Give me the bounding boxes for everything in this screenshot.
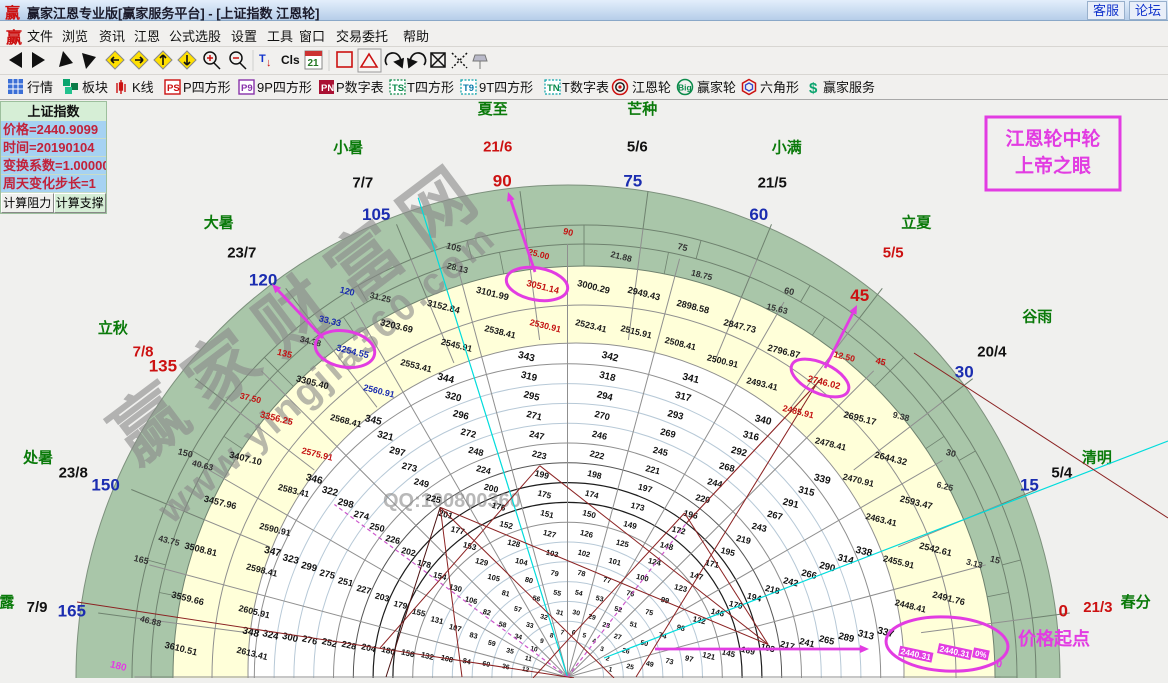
svg-text:行情: 行情: [27, 80, 53, 95]
svg-text:立秋: 立秋: [98, 319, 129, 337]
svg-text:150: 150: [91, 476, 119, 495]
svg-text:$: $: [809, 80, 818, 97]
svg-text:大暑: 大暑: [204, 213, 234, 231]
svg-text:21/5: 21/5: [758, 175, 787, 192]
svg-text:小暑: 小暑: [333, 139, 363, 157]
svg-text:75: 75: [623, 171, 642, 190]
svg-text:5/5: 5/5: [883, 245, 904, 262]
svg-text:处暑: 处暑: [22, 449, 53, 467]
svg-text:K线: K线: [132, 80, 154, 95]
svg-text:45: 45: [850, 286, 869, 305]
svg-text:30: 30: [955, 363, 974, 382]
svg-text:90: 90: [493, 171, 512, 190]
svg-text:谷雨: 谷雨: [1022, 309, 1052, 326]
svg-text:21: 21: [308, 58, 320, 69]
svg-text:21/3: 21/3: [1083, 599, 1112, 616]
svg-text:夏至: 夏至: [477, 101, 508, 118]
svg-text:T: T: [259, 53, 266, 65]
svg-text:赢家服务: 赢家服务: [823, 80, 875, 95]
svg-text:上帝之眼: 上帝之眼: [1015, 154, 1091, 177]
svg-text:江恩轮: 江恩轮: [632, 80, 671, 95]
svg-text:T9: T9: [463, 83, 474, 94]
svg-text:六角形: 六角形: [760, 80, 799, 95]
svg-text:立夏: 立夏: [901, 213, 932, 231]
svg-text:23/7: 23/7: [227, 245, 256, 262]
svg-text:价格起点: 价格起点: [1018, 628, 1090, 649]
svg-text:↓: ↓: [266, 57, 272, 69]
svg-text:105: 105: [362, 205, 390, 224]
svg-text:60: 60: [749, 205, 768, 224]
svg-text:Cls: Cls: [281, 53, 300, 67]
svg-text:TS: TS: [392, 83, 404, 94]
svg-text:20/4: 20/4: [977, 343, 1007, 360]
svg-text:P数字表: P数字表: [336, 80, 384, 95]
svg-text:TN: TN: [547, 83, 560, 94]
svg-text:T四方形: T四方形: [407, 80, 454, 95]
svg-text:赢家轮: 赢家轮: [697, 80, 736, 95]
svg-text:板块: 板块: [82, 80, 108, 95]
svg-text:P四方形: P四方形: [183, 80, 231, 95]
svg-text:Big: Big: [678, 83, 692, 93]
svg-text:7/8: 7/8: [133, 343, 154, 360]
svg-text:23/8: 23/8: [59, 464, 88, 481]
svg-text:21/6: 21/6: [483, 139, 512, 156]
svg-text:小满: 小满: [772, 139, 802, 157]
svg-text:T数字表: T数字表: [562, 80, 609, 95]
svg-text:7/7: 7/7: [352, 175, 373, 192]
svg-text:7/9: 7/9: [27, 599, 48, 616]
svg-text:江恩轮中轮: 江恩轮中轮: [1005, 127, 1100, 150]
svg-text:白露: 白露: [0, 593, 15, 611]
svg-text:165: 165: [58, 602, 86, 621]
svg-text:0: 0: [1058, 602, 1067, 621]
svg-text:P9: P9: [241, 83, 253, 94]
svg-text:芒种: 芒种: [627, 100, 657, 118]
svg-text:PS: PS: [167, 83, 180, 94]
svg-text:9P四方形: 9P四方形: [257, 80, 312, 95]
svg-text:5/6: 5/6: [627, 139, 648, 156]
svg-text:PN: PN: [321, 83, 334, 94]
svg-text:9T四方形: 9T四方形: [479, 80, 533, 95]
svg-text:春分: 春分: [1121, 593, 1151, 611]
